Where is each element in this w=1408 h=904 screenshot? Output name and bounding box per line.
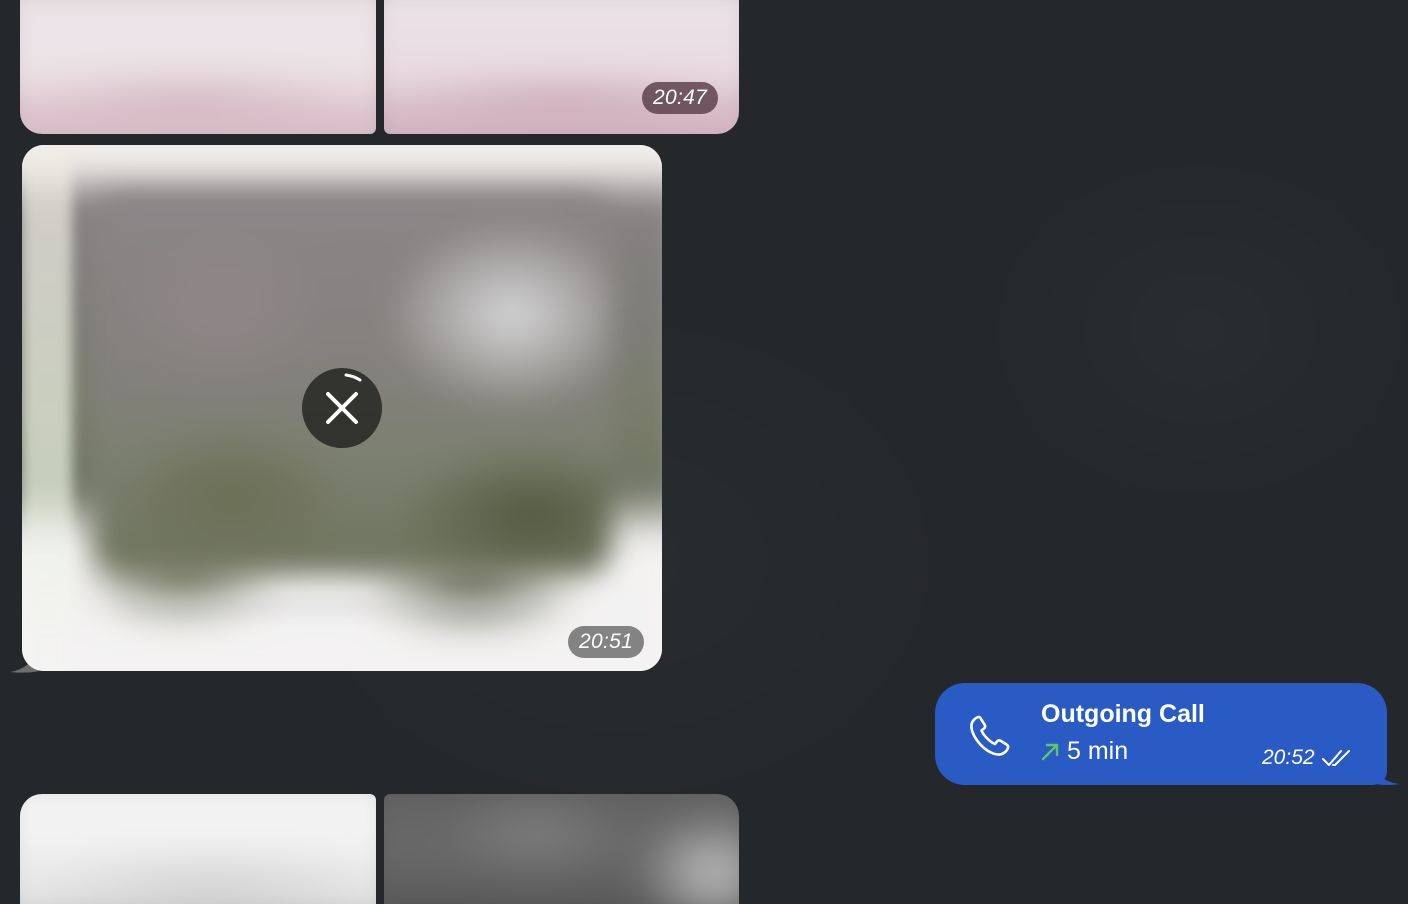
phone-icon[interactable] — [965, 710, 1015, 760]
call-details: 5 min — [1039, 737, 1128, 766]
media-message[interactable]: 20:51 — [22, 145, 662, 671]
call-message-bubble[interactable]: Outgoing Call 5 min 20:52 — [935, 683, 1387, 785]
message-timestamp: 20:47 — [642, 82, 719, 114]
message-timestamp-status: 20:52 — [1262, 746, 1353, 770]
message-timestamp: 20:52 — [1262, 746, 1315, 769]
message-timestamp: 20:51 — [568, 626, 645, 658]
album-photo-thumbnail[interactable] — [20, 0, 376, 134]
close-icon — [326, 373, 362, 424]
album-photo-thumbnail[interactable] — [384, 794, 739, 904]
double-check-icon — [1321, 750, 1350, 766]
album-photo-thumbnail[interactable] — [20, 794, 376, 904]
call-duration: 5 min — [1067, 737, 1129, 765]
album-photo-thumbnail[interactable]: 20:47 — [384, 0, 739, 134]
outgoing-arrow-icon — [1041, 743, 1059, 760]
cancel-download-button[interactable] — [302, 368, 382, 448]
call-title: Outgoing Call — [1041, 700, 1205, 728]
